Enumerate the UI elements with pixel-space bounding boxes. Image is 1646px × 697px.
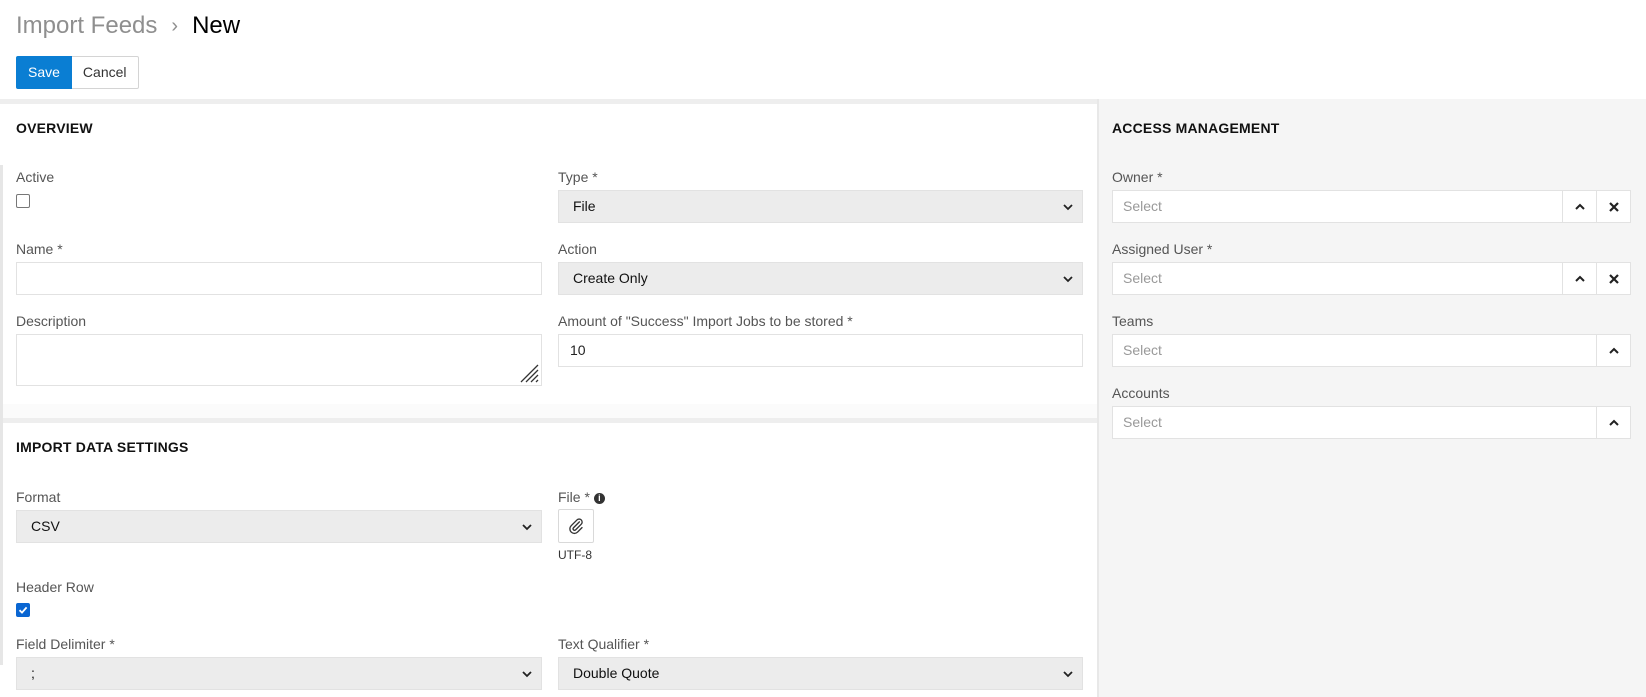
type-label: Type * [558, 169, 598, 185]
cancel-button[interactable]: Cancel [71, 56, 139, 89]
accounts-select-button[interactable] [1596, 406, 1631, 439]
active-label: Active [16, 169, 55, 185]
jobs-stored-input[interactable]: 10 [558, 334, 1083, 367]
name-label: Name * [16, 241, 63, 257]
chevron-up-icon [1608, 419, 1619, 426]
accounts-label: Accounts [1112, 385, 1170, 401]
format-label: Format [16, 489, 61, 505]
chevron-down-icon [1063, 204, 1073, 211]
section-gap [3, 404, 1097, 419]
chevron-down-icon [522, 524, 532, 531]
action-select[interactable]: Create Only [558, 262, 1083, 295]
owner-field[interactable]: Select [1112, 190, 1631, 223]
assigned-user-select-button[interactable] [1562, 262, 1597, 295]
chevron-down-icon [1063, 276, 1073, 283]
chevron-down-icon [522, 671, 532, 678]
breadcrumb-separator: › [171, 14, 179, 37]
page-title: New [192, 12, 241, 39]
name-input[interactable] [16, 262, 542, 295]
import-settings-section-title: IMPORT DATA SETTINGS [16, 439, 189, 455]
chevron-up-icon [1608, 347, 1619, 354]
teams-field[interactable]: Select [1112, 334, 1631, 367]
assigned-user-field[interactable]: Select [1112, 262, 1631, 295]
jobs-stored-label: Amount of "Success" Import Jobs to be st… [558, 313, 853, 329]
action-select-value: Create Only [573, 270, 648, 286]
side-panel [1099, 99, 1646, 697]
text-qualifier-value: Double Quote [573, 665, 660, 681]
file-label-text: File * [558, 489, 590, 505]
type-select-value: File [573, 198, 596, 214]
active-checkbox[interactable] [16, 194, 30, 208]
text-qualifier-label: Text Qualifier * [558, 636, 650, 652]
accounts-field[interactable]: Select [1112, 406, 1631, 439]
description-textarea[interactable] [16, 334, 542, 386]
file-encoding: UTF-8 [558, 548, 592, 562]
paperclip-icon [569, 518, 583, 535]
resize-grip-icon[interactable] [517, 361, 539, 383]
file-label: File * i [558, 489, 605, 505]
type-select[interactable]: File [558, 190, 1083, 223]
chevron-up-icon [1574, 275, 1585, 282]
description-label: Description [16, 313, 87, 329]
chevron-down-icon [1063, 671, 1073, 678]
breadcrumb: Import Feeds › New [16, 12, 240, 40]
text-qualifier-select[interactable]: Double Quote [558, 657, 1083, 690]
access-section-title: ACCESS MANAGEMENT [1112, 120, 1280, 136]
field-delimiter-value: ; [31, 665, 35, 681]
chevron-up-icon [1574, 203, 1585, 210]
attach-file-button[interactable] [558, 509, 594, 543]
action-label: Action [558, 241, 597, 257]
overview-section-title: OVERVIEW [16, 120, 93, 136]
close-icon [1608, 273, 1619, 284]
field-delimiter-select[interactable]: ; [16, 657, 542, 690]
save-button[interactable]: Save [16, 56, 72, 89]
page-header: Import Feeds › New Save Cancel [0, 0, 1646, 99]
owner-label: Owner * [1112, 169, 1163, 185]
owner-placeholder: Select [1123, 198, 1162, 214]
format-select[interactable]: CSV [16, 510, 542, 543]
accounts-placeholder: Select [1123, 414, 1162, 430]
assigned-user-label: Assigned User * [1112, 241, 1213, 257]
assigned-user-clear-button[interactable] [1596, 262, 1631, 295]
header-row-label: Header Row [16, 579, 94, 595]
owner-select-button[interactable] [1562, 190, 1597, 223]
section-divider [3, 418, 1097, 423]
action-buttons: Save Cancel [16, 56, 139, 89]
teams-placeholder: Select [1123, 342, 1162, 358]
check-icon [18, 606, 28, 614]
assigned-user-placeholder: Select [1123, 270, 1162, 286]
format-select-value: CSV [31, 518, 60, 534]
teams-label: Teams [1112, 313, 1154, 329]
close-icon [1608, 201, 1619, 212]
header-row-checkbox[interactable] [16, 603, 30, 617]
field-delimiter-label: Field Delimiter * [16, 636, 115, 652]
owner-clear-button[interactable] [1596, 190, 1631, 223]
teams-select-button[interactable] [1596, 334, 1631, 367]
breadcrumb-import-feeds-link[interactable]: Import Feeds [16, 12, 157, 40]
info-icon[interactable]: i [593, 493, 605, 504]
